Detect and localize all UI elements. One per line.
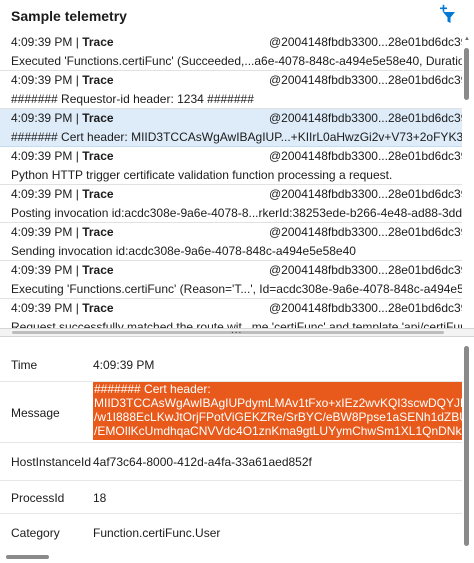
item-separator: | [75,225,79,239]
item-separator: | [75,187,79,201]
message-line: /EMOIlKcUmdhqaCNVVdc4O1znKma9gtLUYymChwS… [94,424,462,438]
item-time: 4:09:39 PM [11,73,73,87]
detail-label: HostInstanceId [11,455,92,469]
item-separator: | [75,301,79,315]
detail-row-category: Category Function.certiFunc.User [0,514,462,546]
item-operation-id: @2004148fbdb3300...28e01bd6dc3999b [269,149,462,163]
item-time: 4:09:39 PM [11,35,73,49]
message-line: MIID3TCCAsWgAwIBAgIUPdymLMAv1tFxo+xIEz2w… [94,396,462,410]
detail-value: Function.certiFunc.User [93,526,221,540]
item-operation-id: @2004148fbdb3300...28e01bd6dc3999b [269,111,462,125]
telemetry-list: 4:09:39 PM | Trace @2004148fbdb3300...28e… [0,33,462,329]
telemetry-item-selected[interactable]: 4:09:39 PM | Trace @2004148fbdb3300...28e… [0,109,462,147]
message-line: ####### Cert header: [94,382,211,396]
item-separator: | [75,149,79,163]
telemetry-item[interactable]: 4:09:39 PM | Trace @2004148fbdb3300...28e… [0,223,462,261]
message-line: /w1I888EcLKwJtOrjFPotViGEKZRe/SrBYC/eBW8… [94,410,462,424]
detail-label: Category [11,526,60,540]
telemetry-item[interactable]: 4:09:39 PM | Trace @2004148fbdb3300...28e… [0,33,462,71]
panel-header: Sample telemetry [0,0,474,33]
add-filter-icon[interactable] [437,4,459,26]
item-separator: | [75,73,79,87]
detail-label: Message [11,406,60,420]
splitter-grip[interactable] [12,331,444,334]
item-operation-id: @2004148fbdb3300...28e01bd6dc3999b [269,225,462,239]
scroll-up-arrow-icon[interactable]: ▲ [463,35,471,43]
detail-row-process: ProcessId 18 [0,481,462,514]
item-separator: | [75,263,79,277]
telemetry-item[interactable]: 4:09:39 PM | Trace @2004148fbdb3300...28e… [0,71,462,109]
item-time: 4:09:39 PM [11,149,73,163]
item-operation-id: @2004148fbdb3300...28e01bd6dc3999b [269,187,462,201]
detail-value: 4af73c64-8000-412d-a4fa-33a61aed852f [93,455,312,469]
item-separator: | [75,35,79,49]
pane-splitter[interactable]: ... [0,325,474,337]
details-horizontal-scrollbar-thumb[interactable] [6,555,49,559]
item-time: 4:09:39 PM [11,225,73,239]
item-message: ####### Cert header: MIID3TCCAsWgAwIBAgI… [11,130,462,144]
telemetry-item[interactable]: 4:09:39 PM | Trace @2004148fbdb3300...28e… [0,185,462,223]
item-time: 4:09:39 PM [11,111,73,125]
item-time: 4:09:39 PM [11,187,73,201]
item-message: Executed 'Functions.certiFunc' (Succeede… [11,54,462,68]
item-kind: Trace [82,111,114,125]
detail-label: Time [11,358,38,372]
item-operation-id: @2004148fbdb3300...28e01bd6dc3999b [269,73,462,87]
panel-title: Sample telemetry [11,8,127,24]
telemetry-item[interactable]: 4:09:39 PM | Trace @2004148fbdb3300...28e… [0,261,462,299]
item-kind: Trace [82,73,114,87]
list-scrollbar-thumb[interactable] [464,48,469,100]
item-kind: Trace [82,301,114,315]
details-scrollbar-thumb[interactable] [464,346,469,546]
list-scrollbar[interactable]: ▲ ▼ [463,33,471,356]
item-time: 4:09:39 PM [11,263,73,277]
item-message: Python HTTP trigger certificate validati… [11,168,393,182]
detail-value: 18 [93,491,107,505]
item-message: Posting invocation id:acdc308e-9a6e-4078… [11,206,462,220]
item-kind: Trace [82,263,114,277]
details-scrollbar[interactable] [463,346,471,552]
item-kind: Trace [82,35,114,49]
detail-row-time: Time 4:09:39 PM [0,346,462,382]
detail-row-host: HostInstanceId 4af73c64-8000-412d-a4fa-3… [0,443,462,481]
item-time: 4:09:39 PM [11,301,73,315]
item-message: Sending invocation id:acdc308e-9a6e-4078… [11,244,356,258]
telemetry-item[interactable]: 4:09:39 PM | Trace @2004148fbdb3300...28e… [0,147,462,185]
item-operation-id: @2004148fbdb3300...28e01bd6dc3999b [269,35,462,49]
item-separator: | [75,111,79,125]
item-operation-id: @2004148fbdb3300...28e01bd6dc3999b [269,301,462,315]
item-kind: Trace [82,187,114,201]
item-operation-id: @2004148fbdb3300...28e01bd6dc3999b [269,263,462,277]
item-kind: Trace [82,149,114,163]
detail-label: ProcessId [11,491,65,505]
item-message: Executing 'Functions.certiFunc' (Reason=… [11,282,462,296]
item-message: ####### Requestor-id header: 1234 ######… [11,92,254,106]
splitter-dots: ... [231,325,243,336]
message-value-highlight[interactable]: ####### Cert header: MIID3TCCAsWgAwIBAgI… [93,382,462,440]
details-pane: Time 4:09:39 PM Message HostInstanceId 4… [0,346,462,546]
item-kind: Trace [82,225,114,239]
detail-value: 4:09:39 PM [93,358,155,372]
